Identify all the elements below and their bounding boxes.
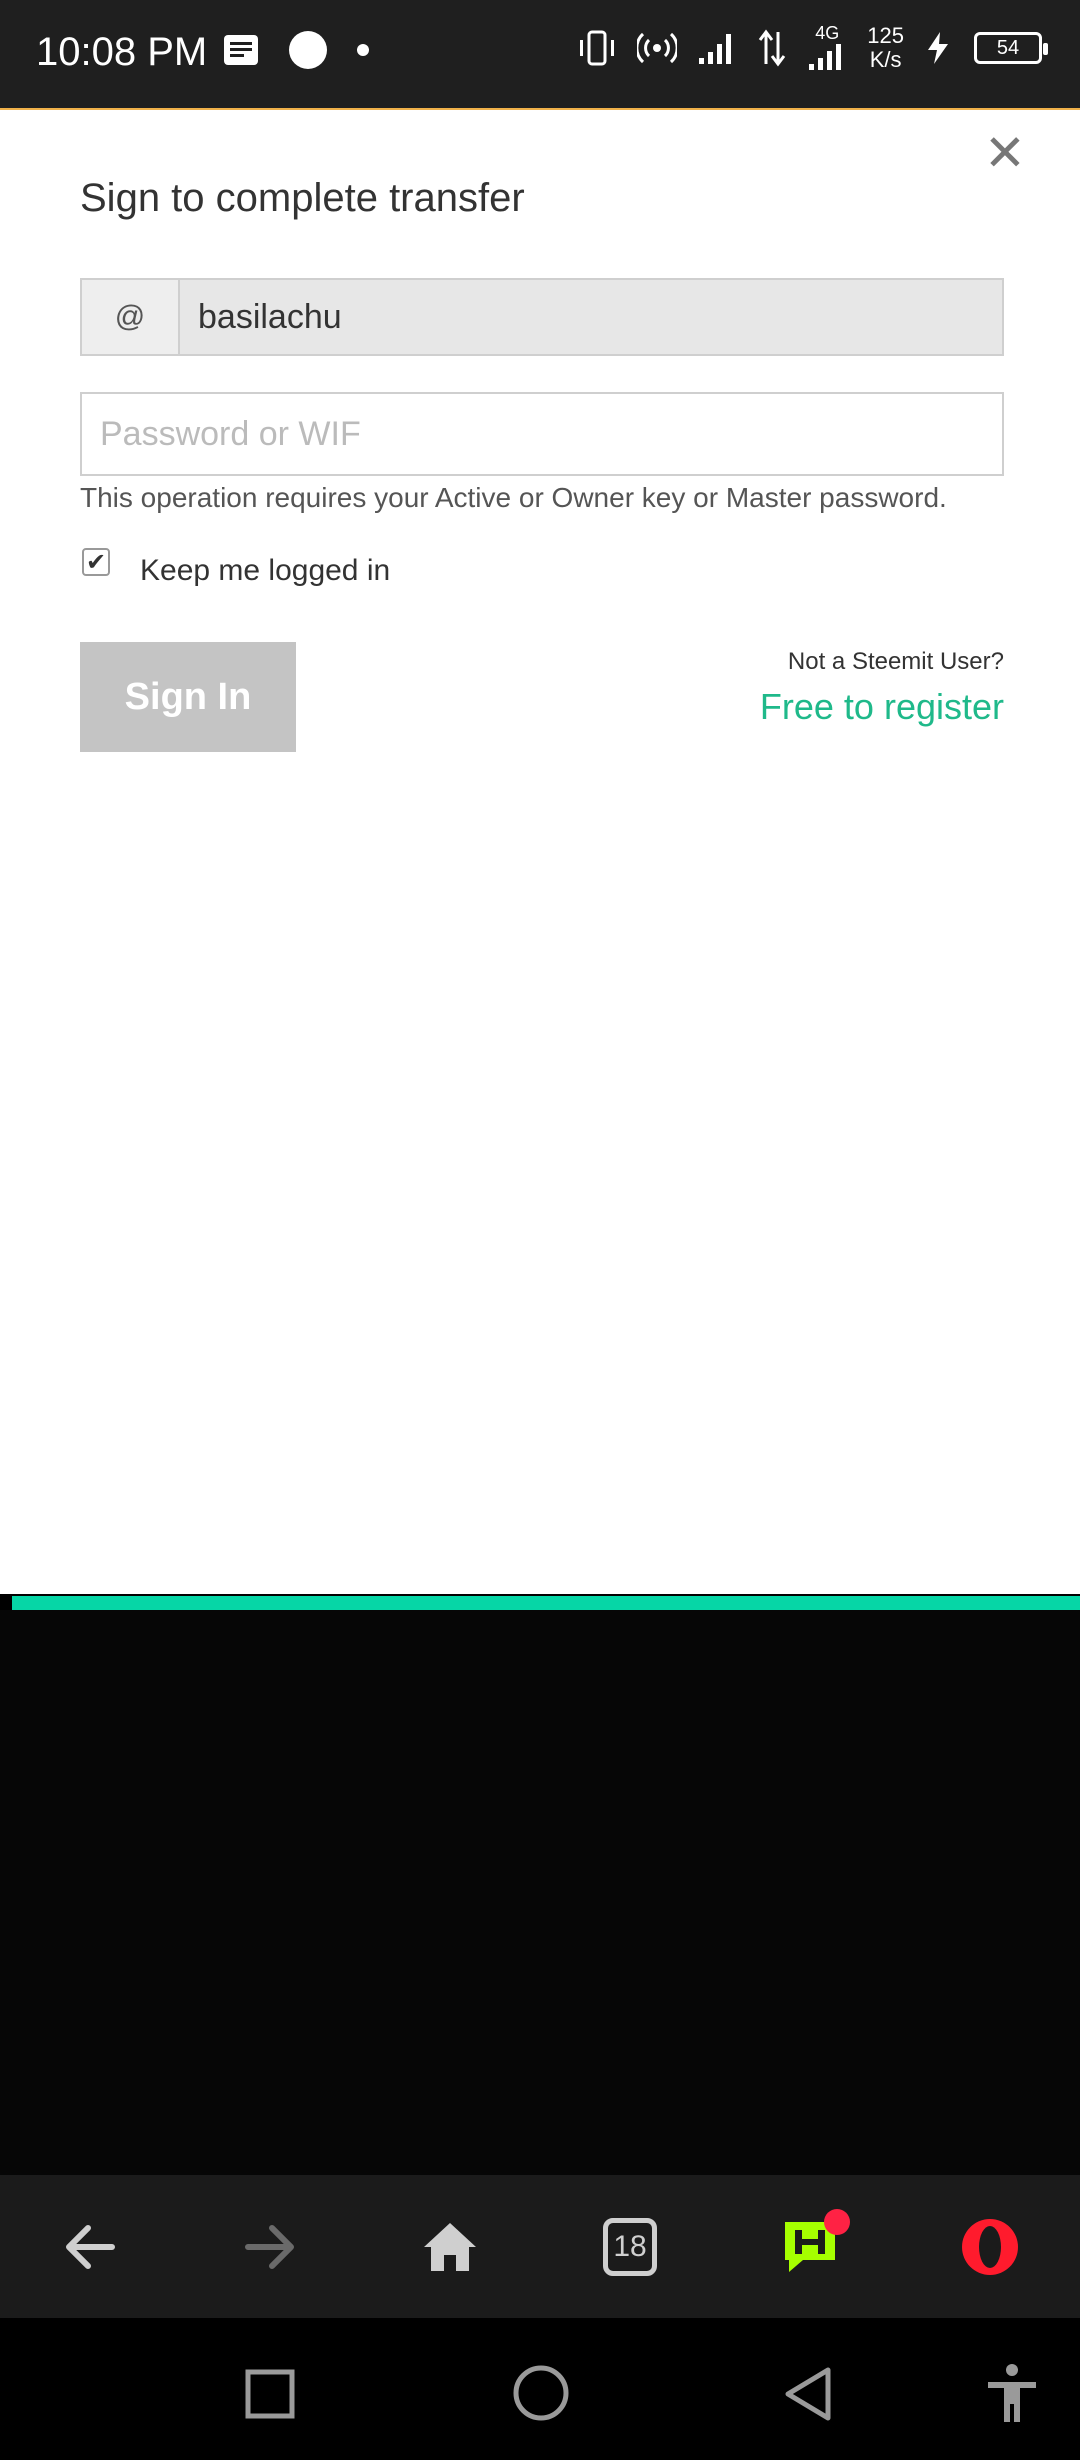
keep-logged-in-label[interactable]: Keep me logged in	[140, 554, 390, 588]
modal-title: Sign to complete transfer	[80, 176, 525, 220]
signal-icon	[699, 34, 732, 64]
free-to-register-link[interactable]: Free to register	[760, 686, 1004, 728]
arrow-left-icon	[66, 2224, 115, 2269]
network-speed-value: 125	[867, 23, 904, 48]
charging-icon	[928, 32, 948, 64]
password-help-text: This operation requires your Active or O…	[80, 482, 947, 513]
back-nav-icon[interactable]	[782, 2366, 834, 2422]
accessibility-icon[interactable]	[984, 2362, 1040, 2424]
home-button[interactable]	[390, 2187, 510, 2307]
status-system-icons: 4G 125 K/s 54	[577, 24, 1048, 72]
status-notification-icons	[222, 30, 370, 70]
recents-icon[interactable]	[244, 2368, 296, 2420]
username-input-group: @ basilachu	[80, 278, 1004, 356]
not-a-user-text: Not a Steemit User?	[787, 648, 1004, 675]
signal-4g: 4G	[807, 24, 847, 72]
tab-count: 18	[613, 2229, 647, 2263]
close-icon[interactable]: ✕	[984, 128, 1026, 178]
tabs-button[interactable]: 18	[570, 2187, 690, 2307]
home-nav-icon[interactable]	[512, 2364, 570, 2422]
forward-button[interactable]	[210, 2187, 330, 2307]
network-speed: 125 K/s	[867, 24, 904, 72]
arrow-right-icon	[245, 2224, 294, 2269]
sign-in-button[interactable]: Sign In	[80, 642, 296, 752]
browser-toolbar: 18	[0, 2175, 1080, 2318]
dot-notification-icon	[357, 44, 369, 56]
message-notification-icon	[224, 35, 258, 65]
home-icon	[424, 2222, 476, 2271]
password-input[interactable]	[80, 392, 1004, 476]
data-transfer-icon	[759, 29, 786, 67]
status-bar: 10:08 PM 4G 125 K/s 54	[0, 0, 1080, 108]
page-accent-bar	[12, 1596, 1080, 1610]
dimmed-page-backdrop[interactable]	[0, 1610, 1080, 2175]
notification-badge	[824, 2208, 850, 2235]
network-type: 4G	[815, 23, 840, 43]
opera-menu-button[interactable]	[930, 2187, 1050, 2307]
status-time: 10:08 PM	[36, 30, 208, 74]
system-nav-bar	[0, 2318, 1080, 2460]
network-speed-unit: K/s	[869, 47, 902, 72]
circle-notification-icon	[289, 31, 327, 69]
vibrate-icon	[580, 30, 615, 66]
signal-4g-icon	[809, 44, 842, 70]
opera-logo-icon	[962, 2218, 1018, 2275]
back-button[interactable]	[30, 2187, 150, 2307]
keep-logged-in-checkbox[interactable]: ✔	[82, 548, 110, 576]
checkmark-icon: ✔	[85, 548, 107, 576]
tab-count-icon: 18	[603, 2217, 657, 2276]
battery-level: 54	[996, 36, 1020, 59]
username-field[interactable]: basilachu	[180, 280, 342, 354]
messenger-button[interactable]	[750, 2187, 870, 2307]
battery-icon: 54	[974, 32, 1048, 64]
at-prefix: @	[82, 280, 180, 354]
hotspot-icon	[637, 32, 678, 64]
